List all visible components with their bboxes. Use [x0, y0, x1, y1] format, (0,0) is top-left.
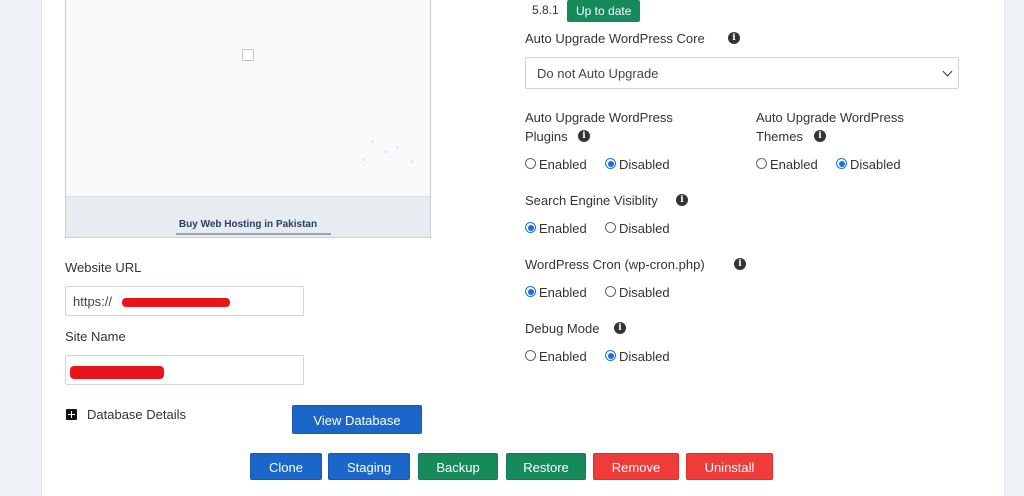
preview-site-title: Buy Web Hosting in Pakistan [178, 219, 318, 230]
search-enabled-radio[interactable] [525, 222, 536, 233]
broken-image-icon [242, 49, 254, 61]
expand-plus-icon[interactable] [66, 409, 77, 420]
info-icon[interactable]: i [578, 130, 590, 142]
installation-card: Buy Web Hosting in Pakistan Website URL … [41, 0, 1005, 496]
info-icon[interactable]: i [728, 32, 740, 44]
cron-disabled-radio[interactable] [605, 286, 616, 297]
site-name-label: Site Name [65, 329, 126, 344]
info-icon[interactable]: i [814, 130, 826, 142]
remove-button[interactable]: Remove [593, 453, 679, 480]
core-upgrade-selected: Do not Auto Upgrade [537, 66, 659, 81]
cron-enabled-label[interactable]: Enabled [539, 285, 587, 300]
clone-button[interactable]: Clone [250, 453, 322, 480]
website-url-value: https:// [73, 294, 113, 309]
view-database-button[interactable]: View Database [292, 405, 422, 434]
info-icon[interactable]: i [734, 258, 746, 270]
info-icon[interactable]: i [614, 322, 626, 334]
info-icon[interactable]: i [676, 194, 688, 206]
status-badge: Up to date [567, 0, 641, 22]
debug-mode-label: Debug Mode [525, 321, 600, 336]
plugins-upgrade-label-line1: Auto Upgrade WordPress [525, 110, 673, 125]
backup-button[interactable]: Backup [418, 453, 498, 480]
redaction-mark [70, 366, 164, 379]
plugins-upgrade-label-line2: Plugins [525, 129, 568, 144]
themes-upgrade-label-line2: Themes [756, 129, 803, 144]
themes-upgrade-label-line1: Auto Upgrade WordPress [756, 110, 904, 125]
preview-footer: Buy Web Hosting in Pakistan [66, 196, 430, 237]
wordpress-version: 5.8.1 [532, 3, 559, 17]
staging-button[interactable]: Staging [328, 453, 410, 480]
cron-enabled-radio[interactable] [525, 286, 536, 297]
debug-disabled-radio[interactable] [605, 350, 616, 361]
uninstall-button[interactable]: Uninstall [686, 453, 773, 480]
core-upgrade-select[interactable]: Do not Auto Upgrade [525, 57, 959, 89]
search-visibility-label: Search Engine Visiblity [525, 193, 658, 208]
site-preview-thumbnail: Buy Web Hosting in Pakistan [65, 0, 431, 238]
search-disabled-radio[interactable] [605, 222, 616, 233]
debug-enabled-label[interactable]: Enabled [539, 349, 587, 364]
wp-cron-label: WordPress Cron (wp-cron.php) [525, 257, 705, 272]
website-url-input[interactable]: https:// [65, 286, 304, 316]
core-upgrade-label: Auto Upgrade WordPress Core [525, 31, 705, 46]
database-details-toggle[interactable]: Database Details [87, 407, 186, 422]
plugins-enabled-radio[interactable] [525, 158, 536, 169]
debug-disabled-label[interactable]: Disabled [619, 349, 670, 364]
debug-enabled-radio[interactable] [525, 350, 536, 361]
plugins-enabled-label[interactable]: Enabled [539, 157, 587, 172]
website-url-label: Website URL [65, 260, 142, 275]
themes-disabled-radio[interactable] [836, 158, 847, 169]
restore-button[interactable]: Restore [506, 453, 586, 480]
themes-disabled-label[interactable]: Disabled [850, 157, 901, 172]
preview-footer-line [176, 233, 331, 235]
themes-enabled-radio[interactable] [756, 158, 767, 169]
cron-disabled-label[interactable]: Disabled [619, 285, 670, 300]
search-enabled-label[interactable]: Enabled [539, 221, 587, 236]
plugins-disabled-radio[interactable] [605, 158, 616, 169]
site-name-input[interactable] [65, 355, 304, 385]
redaction-mark [122, 298, 230, 307]
themes-enabled-label[interactable]: Enabled [770, 157, 818, 172]
search-disabled-label[interactable]: Disabled [619, 221, 670, 236]
chevron-down-icon [942, 66, 953, 77]
plugins-disabled-label[interactable]: Disabled [619, 157, 670, 172]
